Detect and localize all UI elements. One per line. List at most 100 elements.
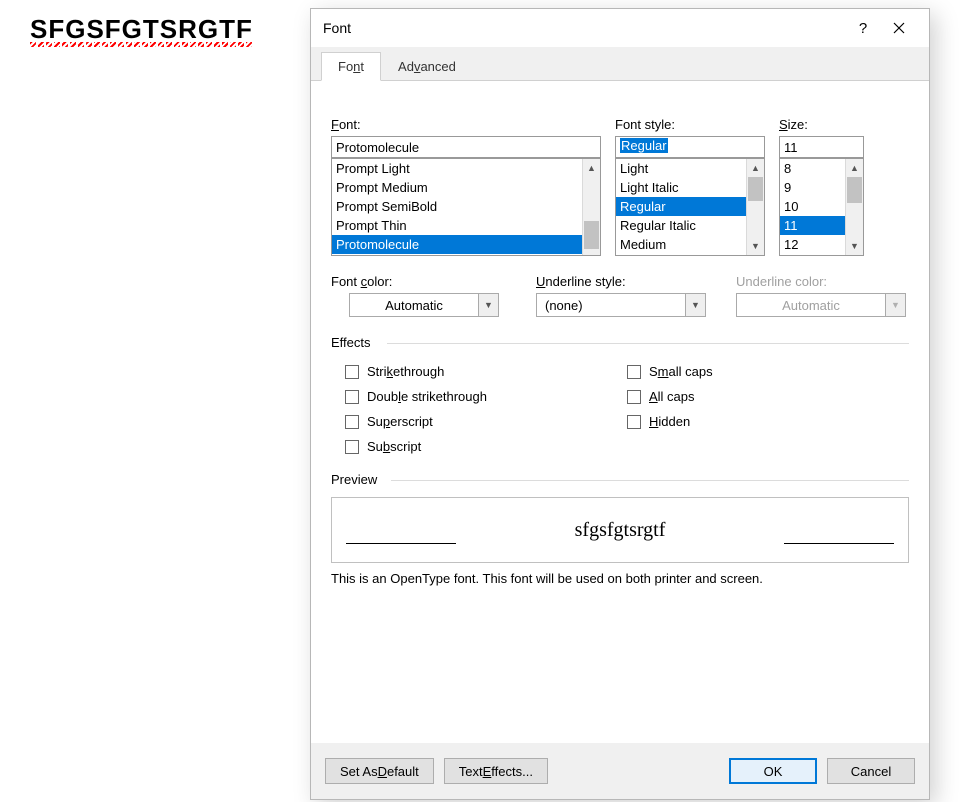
button-label-part: efault bbox=[387, 764, 419, 779]
checkbox-superscript[interactable]: Superscript bbox=[345, 414, 627, 429]
list-item[interactable]: Light bbox=[616, 159, 746, 178]
label-text: olor: bbox=[367, 274, 392, 289]
tab-font[interactable]: Font bbox=[321, 52, 381, 81]
font-style-input[interactable]: Regular bbox=[615, 136, 765, 158]
chevron-down-icon: ▼ bbox=[478, 294, 498, 316]
underline-style-dropdown[interactable]: (none) ▼ bbox=[536, 293, 706, 317]
checkbox-all-caps[interactable]: All caps bbox=[627, 389, 909, 404]
list-item[interactable]: 10 bbox=[780, 197, 845, 216]
tab-strip: Font Advanced bbox=[311, 47, 929, 81]
effects-group: Strikethrough Double strikethrough Super… bbox=[331, 364, 909, 454]
checkbox-small-caps[interactable]: Small caps bbox=[627, 364, 909, 379]
label-text: nderline style: bbox=[545, 274, 625, 289]
list-item[interactable]: Light Italic bbox=[616, 178, 746, 197]
list-item[interactable]: 9 bbox=[780, 178, 845, 197]
effects-section-label: Effects bbox=[331, 335, 909, 350]
label-text: Su bbox=[367, 414, 383, 429]
dialog-titlebar: Font ? bbox=[311, 9, 929, 47]
list-item[interactable]: Regular bbox=[616, 197, 746, 216]
font-color-dropdown[interactable]: Automatic ▼ bbox=[349, 293, 499, 317]
scroll-down-icon[interactable]: ▼ bbox=[747, 237, 764, 255]
button-label-hotkey: D bbox=[378, 764, 387, 779]
font-name-list[interactable]: Prompt Light Prompt Medium Prompt SemiBo… bbox=[331, 158, 601, 256]
button-label-hotkey: E bbox=[483, 764, 492, 779]
scrollbar[interactable]: ▲ ▼ bbox=[845, 159, 863, 255]
scrollbar[interactable]: ▲ ▼ bbox=[746, 159, 764, 255]
list-item[interactable]: Prompt Light bbox=[332, 159, 582, 178]
checkbox-box bbox=[345, 390, 359, 404]
list-item[interactable]: 8 bbox=[780, 159, 845, 178]
list-item[interactable]: 12 bbox=[780, 235, 845, 254]
label-text: S bbox=[649, 364, 658, 379]
list-item[interactable]: Protomolecule bbox=[332, 235, 582, 254]
ok-button[interactable]: OK bbox=[729, 758, 817, 784]
dropdown-value: Automatic bbox=[737, 298, 885, 313]
close-button[interactable] bbox=[881, 14, 917, 42]
font-size-list[interactable]: 8 9 10 11 12 ▲ ▼ bbox=[779, 158, 864, 256]
underline-color-dropdown: Automatic ▼ bbox=[736, 293, 906, 317]
underline-color-label: Underline color: bbox=[736, 274, 906, 289]
button-label-part: Set As bbox=[340, 764, 378, 779]
label-hotkey: m bbox=[658, 364, 669, 379]
checkbox-subscript[interactable]: Subscript bbox=[345, 439, 627, 454]
cancel-button[interactable]: Cancel bbox=[827, 758, 915, 784]
selected-text: Regular bbox=[620, 138, 668, 153]
chevron-down-icon: ▼ bbox=[885, 294, 905, 316]
scroll-up-icon[interactable]: ▲ bbox=[846, 159, 863, 177]
label-hotkey: S bbox=[779, 117, 788, 132]
tab-advanced[interactable]: Advanced bbox=[381, 52, 473, 81]
label-text: Doub bbox=[367, 389, 398, 404]
set-as-default-button[interactable]: Set As Default bbox=[325, 758, 434, 784]
scroll-up-icon[interactable]: ▲ bbox=[747, 159, 764, 177]
label-hotkey: F bbox=[331, 117, 339, 132]
list-item[interactable]: Prompt Medium bbox=[332, 178, 582, 197]
list-item[interactable]: Regular Italic bbox=[616, 216, 746, 235]
baseline-indicator bbox=[346, 543, 456, 544]
scroll-up-icon[interactable]: ▲ bbox=[583, 159, 600, 177]
scrollbar[interactable]: ▲ ▼ bbox=[582, 159, 600, 255]
dialog-body: Font: Prompt Light Prompt Medium Prompt … bbox=[311, 81, 929, 743]
underline-style-label: Underline style: bbox=[536, 274, 706, 289]
size-label: Size: bbox=[779, 117, 864, 132]
label-text: script bbox=[390, 439, 421, 454]
preview-section-label: Preview bbox=[331, 472, 909, 487]
font-size-input[interactable] bbox=[779, 136, 864, 158]
tab-label-part: Fo bbox=[338, 59, 353, 74]
list-item[interactable]: Prompt SemiBold bbox=[332, 197, 582, 216]
font-color-label: Font color: bbox=[331, 274, 506, 289]
preview-note: This is an OpenType font. This font will… bbox=[331, 571, 909, 586]
label-text: Su bbox=[367, 439, 383, 454]
label-text: erscript bbox=[390, 414, 433, 429]
label-text: ize: bbox=[788, 117, 808, 132]
font-style-list[interactable]: Light Light Italic Regular Regular Itali… bbox=[615, 158, 765, 256]
checkbox-strikethrough[interactable]: Strikethrough bbox=[345, 364, 627, 379]
button-label-part: ffects... bbox=[491, 764, 533, 779]
preview-box: sfgsfgtsrgtf bbox=[331, 497, 909, 563]
checkbox-box bbox=[627, 415, 641, 429]
label-text: ont: bbox=[339, 117, 361, 132]
chevron-down-icon: ▼ bbox=[685, 294, 705, 316]
checkbox-double-strikethrough[interactable]: Double strikethrough bbox=[345, 389, 627, 404]
section-title: Preview bbox=[331, 472, 377, 487]
checkbox-box bbox=[345, 440, 359, 454]
dropdown-value: Automatic bbox=[350, 298, 478, 313]
list-item[interactable]: 11 bbox=[780, 216, 845, 235]
help-button[interactable]: ? bbox=[845, 14, 881, 42]
tab-label-part: t bbox=[360, 59, 364, 74]
scroll-down-icon[interactable]: ▼ bbox=[846, 237, 863, 255]
label-hotkey: U bbox=[536, 274, 545, 289]
list-item[interactable]: Prompt Thin bbox=[332, 216, 582, 235]
font-dialog: Font ? Font Advanced Font: Prompt Light bbox=[310, 8, 930, 800]
label-text: e strikethrough bbox=[401, 389, 487, 404]
label-hotkey: A bbox=[649, 389, 658, 404]
dialog-button-bar: Set As Default Text Effects... OK Cancel bbox=[311, 743, 929, 799]
label-text: idden bbox=[658, 414, 690, 429]
label-hotkey: H bbox=[649, 414, 658, 429]
label-text: Stri bbox=[367, 364, 387, 379]
text-effects-button[interactable]: Text Effects... bbox=[444, 758, 548, 784]
label-text: all caps bbox=[669, 364, 713, 379]
checkbox-hidden[interactable]: Hidden bbox=[627, 414, 909, 429]
list-item[interactable]: Medium bbox=[616, 235, 746, 254]
checkbox-box bbox=[345, 365, 359, 379]
font-name-input[interactable] bbox=[331, 136, 601, 158]
